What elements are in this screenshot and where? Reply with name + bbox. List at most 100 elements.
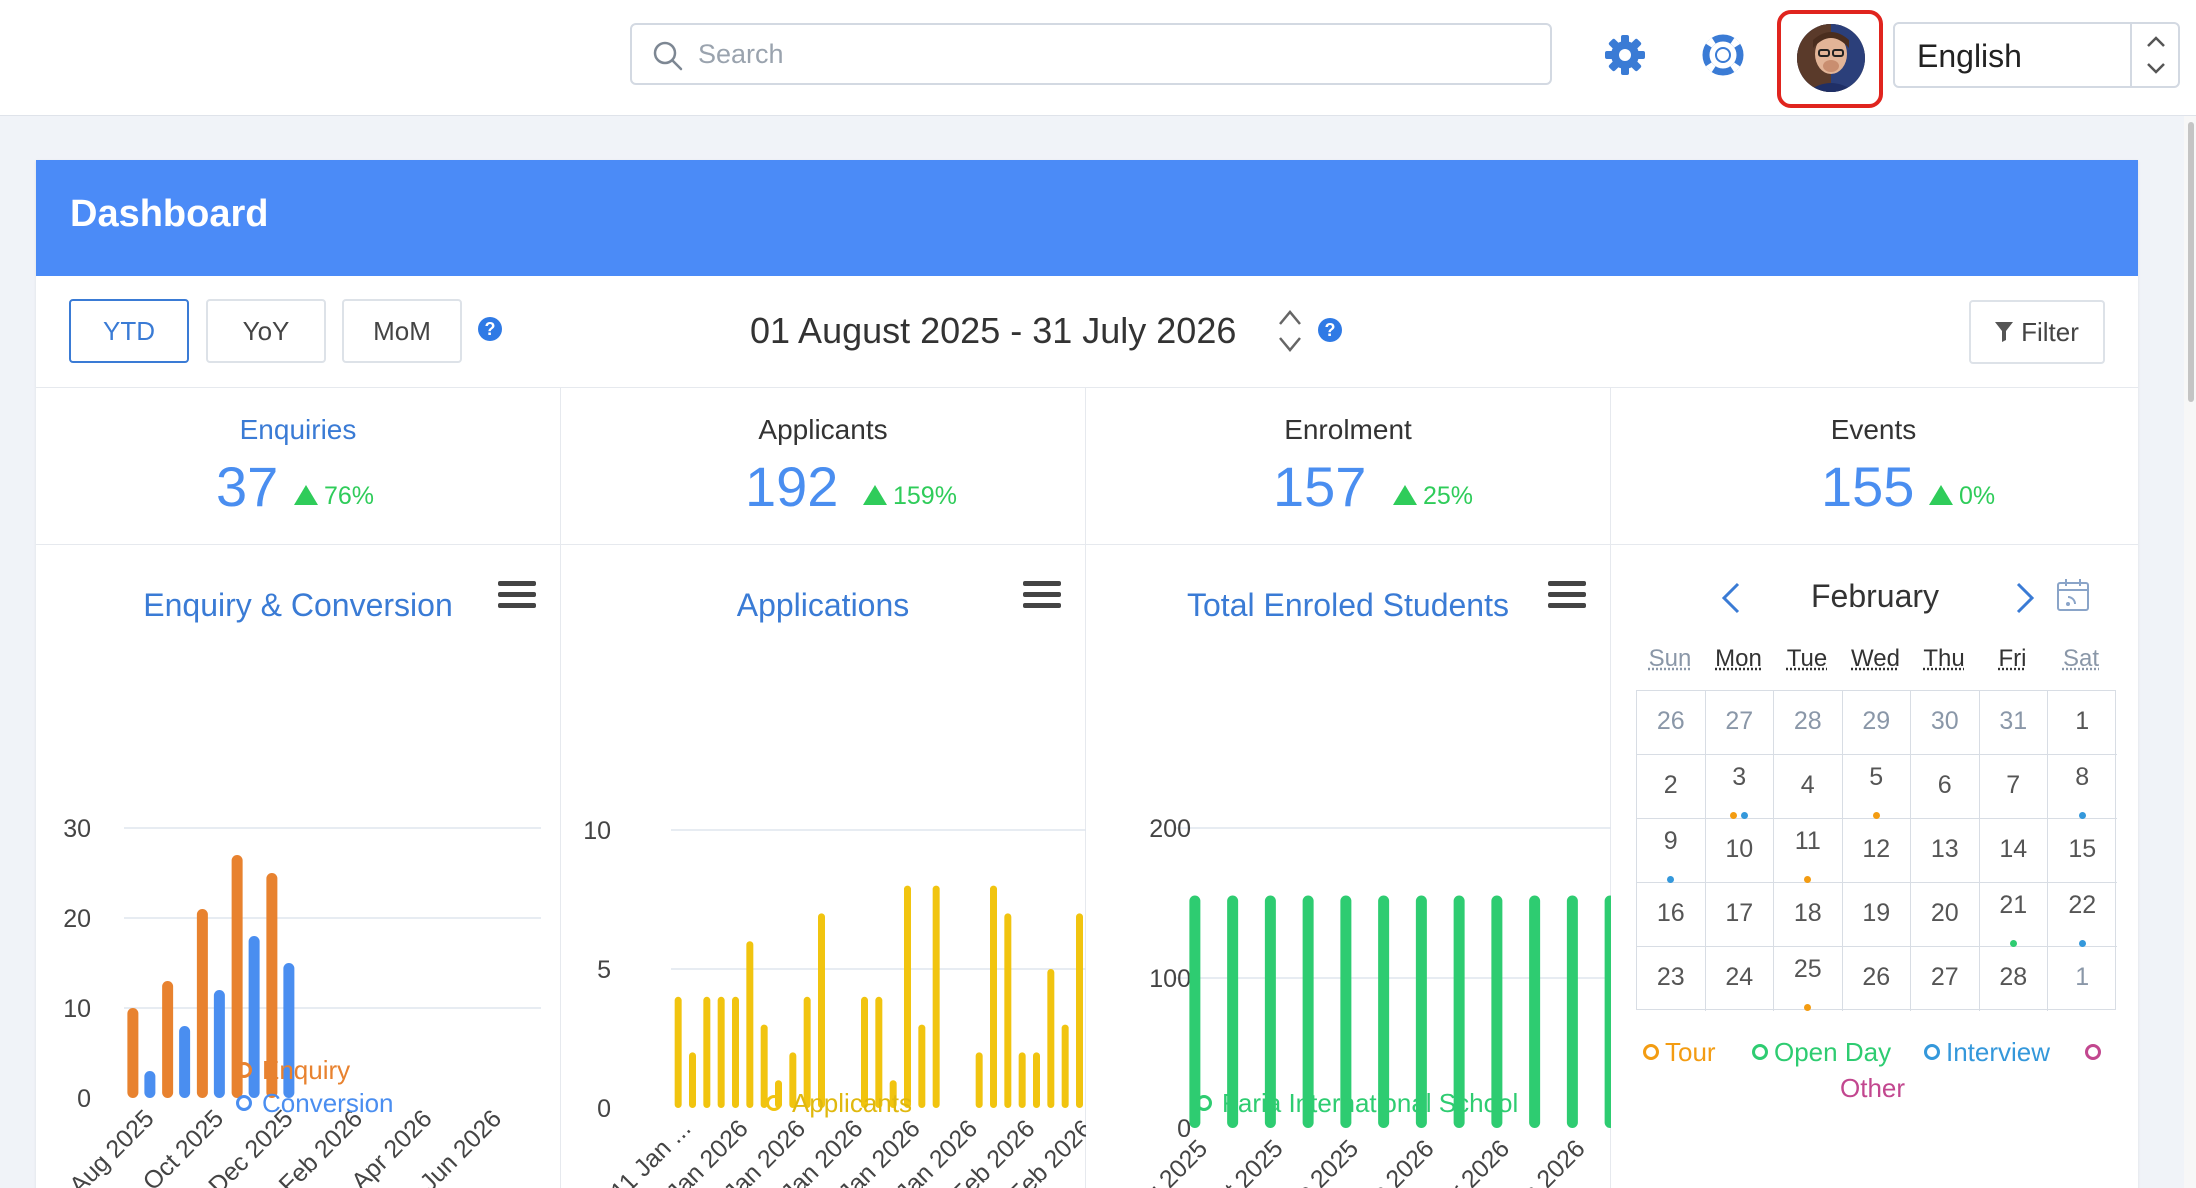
panel-applications: Applications 0 5 10 11 Jan ... 15 Jan 2026 19… bbox=[561, 545, 1086, 1188]
legend-label: Open Day bbox=[1774, 1037, 1892, 1067]
chart-bar bbox=[746, 941, 754, 1108]
user-avatar-button[interactable] bbox=[1777, 10, 1883, 108]
calendar-day-number: 24 bbox=[1725, 963, 1754, 991]
language-select[interactable]: English bbox=[1893, 22, 2180, 88]
calendar-day[interactable]: 18 bbox=[1774, 883, 1843, 947]
stat-label[interactable]: Enquiries bbox=[36, 414, 560, 446]
y-tick-label: 200 bbox=[1149, 815, 1191, 843]
period-mom-button[interactable]: MoM bbox=[342, 299, 462, 363]
period-help-icon[interactable]: ? bbox=[478, 317, 502, 341]
calendar-day[interactable]: 15 bbox=[2048, 819, 2117, 883]
search-box[interactable] bbox=[630, 23, 1552, 85]
calendar-day[interactable]: 1 bbox=[2048, 947, 2117, 1011]
calendar-day[interactable]: 16 bbox=[1637, 883, 1706, 947]
chevron-updown-icon bbox=[2147, 36, 2165, 74]
calendar-day[interactable]: 27 bbox=[1911, 947, 1980, 1011]
calendar-day[interactable]: 12 bbox=[1842, 819, 1911, 883]
legend-item-applicants[interactable]: Applicants bbox=[766, 1088, 912, 1119]
date-range-chevron-icon[interactable] bbox=[1276, 308, 1304, 354]
calendar-day-number: 18 bbox=[1793, 899, 1822, 927]
calendar-day[interactable]: 26 bbox=[1637, 691, 1706, 755]
stat-enquiries[interactable]: Enquiries 37 76% bbox=[36, 388, 561, 544]
calendar-day[interactable]: 22 bbox=[2048, 883, 2117, 947]
period-ytd-button[interactable]: YTD bbox=[69, 299, 189, 363]
calendar-day[interactable]: 11 bbox=[1774, 819, 1843, 883]
calendar-day-number: 10 bbox=[1725, 835, 1754, 863]
calendar-day[interactable]: 19 bbox=[1842, 883, 1911, 947]
calendar-day-number: 5 bbox=[1869, 763, 1884, 791]
cal-legend-interview: Interview bbox=[1924, 1037, 2050, 1068]
chart-bar bbox=[1076, 913, 1083, 1108]
event-dot-interview bbox=[2078, 940, 2086, 947]
calendar-day[interactable]: 23 bbox=[1637, 947, 1706, 1011]
filter-label: Filter bbox=[2021, 316, 2079, 347]
x-tick-label: Apr 2026 bbox=[1424, 1134, 1516, 1188]
calendar-day[interactable]: 24 bbox=[1706, 947, 1774, 1011]
stat-delta-value: 159% bbox=[893, 482, 957, 510]
calendar-day[interactable]: 7 bbox=[1979, 755, 2048, 819]
calendar-day[interactable]: 20 bbox=[1911, 883, 1980, 947]
calendar-day-number: 23 bbox=[1656, 963, 1685, 991]
calendar-day[interactable]: 8 bbox=[2048, 755, 2117, 819]
legend-item-school[interactable]: Faria International School bbox=[1196, 1088, 1518, 1119]
stat-label: Enrolment bbox=[1284, 414, 1412, 445]
stat-delta-value: 0% bbox=[1959, 482, 1996, 510]
calendar-day[interactable]: 6 bbox=[1911, 755, 1980, 819]
help-lifebuoy-icon[interactable] bbox=[1701, 33, 1745, 77]
calendar-day[interactable]: 26 bbox=[1843, 947, 1911, 1011]
chart-bar bbox=[1566, 895, 1578, 1128]
calendar-day[interactable]: 28 bbox=[1774, 691, 1843, 755]
calendar-day[interactable]: 5 bbox=[1842, 755, 1911, 819]
calendar-day-number: 7 bbox=[2006, 771, 2021, 799]
calendar-day[interactable]: 9 bbox=[1637, 819, 1706, 883]
stat-delta: 159% bbox=[863, 482, 957, 511]
page-scrollbar[interactable] bbox=[2184, 116, 2196, 1188]
chart-bar bbox=[162, 981, 174, 1098]
y-tick-label: 100 bbox=[1149, 965, 1191, 993]
scrollbar-thumb[interactable] bbox=[2188, 122, 2194, 402]
cal-legend-other-ring bbox=[2085, 1037, 2101, 1068]
calendar-month: February bbox=[1810, 578, 1940, 614]
legend-ring-icon bbox=[1196, 1095, 1212, 1111]
calendar-day[interactable]: 1 bbox=[2048, 691, 2117, 755]
calendar-day[interactable]: 29 bbox=[1842, 691, 1911, 755]
filter-button[interactable]: Filter bbox=[1969, 300, 2105, 364]
calendar-day[interactable]: 4 bbox=[1774, 755, 1843, 819]
event-dot-tour bbox=[1872, 812, 1880, 819]
calendar-day[interactable]: 10 bbox=[1705, 819, 1774, 883]
event-dot-interview bbox=[2078, 812, 2086, 819]
search-input[interactable] bbox=[698, 33, 1518, 75]
gear-icon[interactable] bbox=[1603, 33, 1647, 77]
calendar-day[interactable]: 13 bbox=[1911, 819, 1980, 883]
weekday-label: Thu bbox=[1923, 645, 1965, 672]
calendar-day[interactable]: 21 bbox=[1979, 883, 2048, 947]
calendar-day[interactable]: 30 bbox=[1911, 691, 1980, 755]
calendar-feed-icon[interactable] bbox=[2056, 578, 2090, 612]
stat-events: Events 155 0% bbox=[1611, 388, 2136, 544]
legend-item-enquiry[interactable]: Enquiry bbox=[236, 1055, 350, 1086]
calendar-day[interactable]: 2 bbox=[1637, 755, 1706, 819]
x-tick-label: Jun 2026 bbox=[1498, 1134, 1591, 1188]
calendar-day-number: 20 bbox=[1930, 899, 1959, 927]
calendar-day[interactable]: 3 bbox=[1705, 755, 1774, 819]
calendar-day[interactable]: 28 bbox=[1980, 947, 2048, 1011]
calendar-day-number: 17 bbox=[1725, 899, 1754, 927]
language-value: English bbox=[1917, 38, 2022, 74]
calendar-day[interactable]: 25 bbox=[1774, 947, 1843, 1011]
y-tick-label: 5 bbox=[597, 956, 611, 984]
calendar-day[interactable]: 17 bbox=[1705, 883, 1774, 947]
legend-item-conversion[interactable]: Conversion bbox=[236, 1088, 394, 1119]
calendar-prev-icon[interactable] bbox=[1718, 580, 1744, 616]
calendar-day[interactable]: 27 bbox=[1705, 691, 1774, 755]
calendar-day-number: 9 bbox=[1663, 827, 1678, 855]
calendar-next-icon[interactable] bbox=[2012, 580, 2038, 616]
calendar-day-number: 27 bbox=[1725, 707, 1754, 735]
chart-bar bbox=[932, 885, 940, 1108]
period-yoy-button[interactable]: YoY bbox=[206, 299, 326, 363]
chart-bar bbox=[674, 996, 682, 1108]
date-help-icon[interactable]: ? bbox=[1318, 318, 1342, 342]
calendar-day[interactable]: 14 bbox=[1979, 819, 2048, 883]
stat-value: 37 bbox=[216, 455, 279, 518]
calendar-day[interactable]: 31 bbox=[1979, 691, 2048, 755]
calendar-day-number: 31 bbox=[1999, 707, 2028, 735]
